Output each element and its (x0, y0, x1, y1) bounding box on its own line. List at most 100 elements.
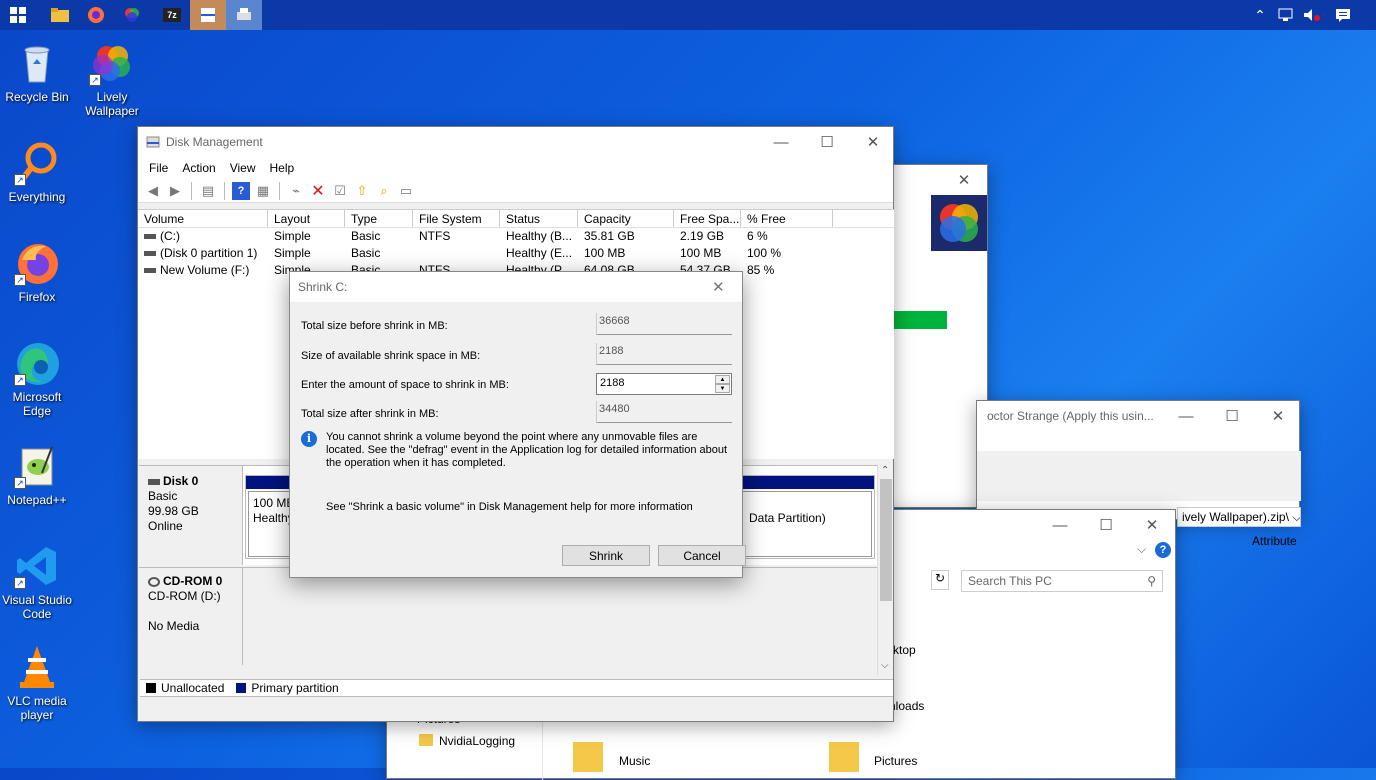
folder-pictures[interactable]: Pictures (874, 754, 917, 768)
minimize-icon[interactable]: — (758, 127, 804, 157)
drive-icon (144, 234, 156, 240)
vertical-scrollbar[interactable]: ⌃ ⌵ (877, 465, 893, 675)
maximize-icon[interactable]: ☐ (1083, 510, 1129, 540)
total-after-value: 34480 (596, 401, 732, 423)
connect-icon[interactable]: ⌁ (287, 182, 305, 200)
menu-help[interactable]: Help (263, 161, 302, 175)
properties-icon[interactable]: ▭ (397, 182, 415, 200)
close-icon[interactable]: ✕ (850, 127, 896, 157)
column-header[interactable]: Volume (138, 210, 268, 227)
disk-management-icon (146, 136, 160, 148)
windows-logo-icon (10, 7, 26, 23)
close-icon[interactable]: ✕ (712, 278, 725, 296)
file-explorer-taskbar-button[interactable] (42, 0, 78, 30)
nav-item-nvidialogging[interactable]: NvidiaLogging (439, 734, 515, 748)
column-header[interactable]: % Free (741, 210, 833, 227)
desktop-icon-notepadpp[interactable]: ↗ Notepad++ (0, 443, 74, 507)
disk-size: 99.98 GB (148, 504, 199, 518)
disk-0-label: Disk 0 Basic 99.98 GB Online (139, 466, 243, 565)
checklist-icon[interactable]: ☑ (331, 182, 349, 200)
column-header[interactable]: File System (413, 210, 500, 227)
network-icon[interactable] (1274, 0, 1298, 30)
minimize-icon[interactable]: — (1163, 401, 1209, 431)
volume-muted-icon[interactable] (1300, 0, 1324, 30)
cell (413, 245, 500, 262)
properties-list-icon[interactable]: ▦ (254, 182, 272, 200)
menu-file[interactable]: File (142, 161, 175, 175)
table-row[interactable]: (C:) Simple Basic NTFS Healthy (B... 35.… (138, 228, 894, 245)
folder-downloads[interactable]: nloads (889, 699, 924, 713)
attribute-column-header[interactable]: Attribute (1252, 534, 1297, 548)
folder-up-icon[interactable]: ⇧ (353, 182, 371, 200)
folder-desktop[interactable]: ktop (893, 643, 916, 657)
maximize-icon[interactable]: ☐ (1209, 401, 1255, 431)
shrink-amount-input[interactable]: 2188 ▲ ▼ (596, 373, 732, 395)
lively-wallpaper-icon (125, 8, 139, 22)
notification-center-icon[interactable] (1330, 0, 1356, 30)
menu-action[interactable]: Action (175, 161, 222, 175)
menu-view[interactable]: View (223, 161, 263, 175)
help-text: See "Shrink a basic volume" in Disk Mana… (326, 501, 693, 513)
table-row[interactable]: (Disk 0 partition 1) Simple Basic Health… (138, 245, 894, 262)
folder-music[interactable]: Music (619, 754, 650, 768)
column-header[interactable]: Layout (268, 210, 345, 227)
console-tree-icon[interactable]: ▤ (199, 182, 217, 200)
archive-window[interactable]: octor Strange (Apply this usin... — ☐ ✕ … (976, 400, 1301, 527)
desktop-icon-firefox[interactable]: ↗ Firefox (0, 240, 74, 304)
desktop-icon-edge[interactable]: ↗ Microsoft Edge (0, 340, 74, 418)
help-icon[interactable]: ? (232, 181, 250, 200)
chevron-up-icon[interactable]: ⌃ (881, 465, 889, 476)
desktop-icon-everything[interactable]: ↗ Everything (0, 140, 74, 204)
help-icon[interactable]: ? (1155, 542, 1171, 558)
forward-arrow-icon[interactable]: ▶ (166, 182, 184, 200)
cancel-button[interactable]: Cancel (658, 545, 746, 566)
chevron-up-icon[interactable]: ⌃ (1250, 0, 1270, 30)
delete-icon[interactable]: ✕ (309, 182, 327, 200)
desktop-icon-label: Microsoft Edge (12, 390, 62, 418)
spin-up-icon[interactable]: ▲ (715, 375, 730, 384)
disk-name: Disk 0 (163, 474, 199, 488)
7zip-taskbar-button[interactable]: 7z (154, 0, 190, 30)
start-button[interactable] (0, 0, 36, 30)
printer-taskbar-button[interactable] (226, 0, 262, 30)
minimize-icon[interactable]: — (1037, 510, 1083, 540)
desktop-icon-lively-wallpaper[interactable]: ↗ Lively Wallpaper (75, 40, 149, 118)
cdrom-0-row[interactable]: CD-ROM 0 CD-ROM (D:) No Media (139, 567, 877, 665)
edge-icon: ↗ (14, 340, 60, 386)
scrollbar-thumb[interactable] (880, 479, 892, 601)
maximize-icon[interactable]: ☐ (804, 127, 850, 157)
available-space-label: Size of available shrink space in MB: (301, 350, 481, 362)
shrink-button[interactable]: Shrink (562, 545, 650, 566)
refresh-icon[interactable]: ↻ (931, 570, 949, 590)
close-icon[interactable]: ✕ (1255, 401, 1301, 431)
lively-wallpaper-icon (931, 195, 987, 251)
desktop-icon-vscode[interactable]: ↗ Visual Studio Code (0, 543, 74, 621)
firefox-taskbar-button[interactable] (78, 0, 114, 30)
search-input[interactable]: Search This PC ⚲ (961, 570, 1163, 592)
back-arrow-icon[interactable]: ◀ (144, 182, 162, 200)
lively-window[interactable]: ✕ (880, 164, 988, 508)
desktop-icon-recycle-bin[interactable]: Recycle Bin (0, 40, 74, 104)
close-icon[interactable]: ✕ (941, 165, 987, 195)
column-header[interactable]: Capacity (578, 210, 674, 227)
close-icon[interactable]: ✕ (1129, 510, 1175, 540)
shortcut-arrow-icon: ↗ (14, 374, 26, 386)
spin-down-icon[interactable]: ▼ (715, 384, 730, 393)
disk-management-taskbar-button[interactable] (190, 0, 226, 30)
column-header[interactable]: Free Spa... (674, 210, 741, 227)
shortcut-arrow-icon: ↗ (14, 174, 26, 186)
lively-taskbar-button[interactable] (114, 0, 150, 30)
desktop-icon-label: Everything (8, 190, 66, 204)
search-folder-icon[interactable]: ⌕ (375, 182, 393, 200)
desktop-icon-label: Notepad++ (7, 493, 67, 507)
column-header[interactable]: Status (500, 210, 578, 227)
disk-management-icon (201, 8, 215, 22)
column-header[interactable]: Type (345, 210, 413, 227)
address-bar[interactable]: ively Wallpaper).zip\ ⌵ (1177, 507, 1301, 527)
shrink-dialog[interactable]: Shrink C: ✕ Total size before shrink in … (289, 271, 746, 578)
chevron-down-icon[interactable]: ⌵ (1137, 542, 1146, 557)
chevron-down-icon[interactable]: ⌵ (881, 660, 889, 671)
desktop-icon-vlc[interactable]: VLC media player (0, 644, 74, 722)
partition-data[interactable]: Data Partition) (740, 491, 872, 557)
drive-icon (144, 251, 156, 257)
